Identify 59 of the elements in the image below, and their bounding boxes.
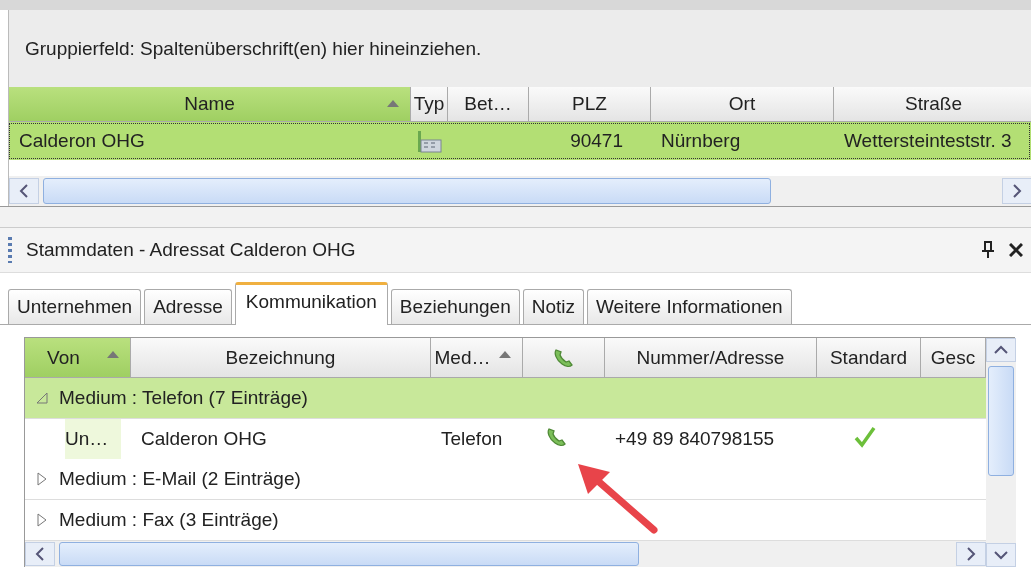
chevron-up-icon bbox=[994, 345, 1008, 355]
sort-arrow-icon bbox=[498, 350, 512, 359]
column-header[interactable]: Standard bbox=[817, 338, 921, 378]
table-cell: Nürnberg bbox=[661, 130, 741, 151]
tab[interactable]: Notiz bbox=[522, 289, 584, 324]
column-header[interactable]: Name bbox=[9, 87, 411, 122]
chevron-left-icon bbox=[35, 547, 45, 561]
column-header[interactable]: PLZ bbox=[529, 87, 651, 122]
table-cell: 90471 bbox=[570, 130, 623, 151]
column-header[interactable]: Typ bbox=[411, 87, 448, 122]
column-header[interactable]: Bet… bbox=[448, 87, 529, 122]
chevron-right-icon bbox=[1012, 184, 1022, 198]
chevron-right-icon bbox=[966, 547, 976, 561]
chevron-down-icon bbox=[994, 550, 1008, 560]
horizontal-scrollbar[interactable] bbox=[25, 541, 986, 567]
pin-icon[interactable] bbox=[981, 241, 995, 259]
column-header[interactable]: Bezeichnung bbox=[131, 338, 431, 378]
tab[interactable]: Weitere Informationen bbox=[587, 289, 792, 324]
table-cell: Telefon bbox=[441, 428, 503, 449]
column-header[interactable] bbox=[523, 338, 605, 378]
group-row[interactable]: Medium : Telefon (7 Einträge) bbox=[25, 378, 986, 419]
expand-triangle-icon[interactable] bbox=[35, 513, 49, 527]
scroll-right-button[interactable] bbox=[956, 542, 986, 566]
column-header[interactable]: Med… bbox=[431, 338, 523, 378]
panel-title: Stammdaten - Adressat Calderon OHG bbox=[26, 239, 357, 261]
building-icon bbox=[417, 130, 443, 153]
group-panel-hint: Gruppierfeld: Spaltenüberschrift(en) hier hineinziehen. bbox=[25, 37, 482, 60]
scroll-thumb[interactable] bbox=[59, 542, 639, 566]
column-header[interactable]: Nummer/Adresse bbox=[605, 338, 817, 378]
column-header[interactable]: Von bbox=[25, 338, 131, 378]
scroll-down-button[interactable] bbox=[986, 543, 1016, 567]
splitter-bar[interactable] bbox=[0, 206, 1031, 228]
table-cell: Wettersteinteststr. 3 bbox=[844, 130, 1012, 151]
column-header[interactable]: Gesc bbox=[921, 338, 986, 378]
scroll-thumb[interactable] bbox=[988, 366, 1014, 476]
tab[interactable]: Unternehmen bbox=[8, 289, 142, 324]
scroll-left-button[interactable] bbox=[25, 542, 55, 566]
column-header[interactable]: Ort bbox=[651, 87, 834, 122]
collapse-triangle-icon[interactable] bbox=[35, 391, 49, 405]
table-cell: Calderon OHG bbox=[19, 130, 145, 151]
vertical-scrollbar[interactable] bbox=[986, 338, 1016, 567]
scroll-left-button[interactable] bbox=[9, 178, 39, 204]
table-row[interactable]: Calderon OHG 90471 Nürnberg Wettersteinteststr. 3 bbox=[8, 122, 1031, 160]
scroll-right-button[interactable] bbox=[1002, 178, 1031, 204]
tab[interactable]: Beziehungen bbox=[390, 289, 520, 324]
table-cell: +49 89 840798155 bbox=[615, 428, 775, 449]
sort-arrow-icon bbox=[106, 350, 120, 359]
sort-arrow-icon bbox=[386, 99, 400, 108]
scroll-up-button[interactable] bbox=[986, 338, 1016, 362]
tab[interactable]: Kommunikation bbox=[234, 282, 388, 325]
scroll-thumb[interactable] bbox=[43, 178, 771, 204]
expand-triangle-icon[interactable] bbox=[35, 472, 49, 486]
table-cell: Un… bbox=[65, 419, 121, 459]
column-header[interactable]: Straße bbox=[834, 87, 1031, 122]
table-cell: Calderon OHG bbox=[141, 428, 267, 449]
chevron-left-icon bbox=[19, 184, 29, 198]
horizontal-scrollbar[interactable] bbox=[8, 176, 1031, 206]
tab[interactable]: Adresse bbox=[144, 289, 232, 324]
close-icon[interactable] bbox=[1009, 243, 1023, 257]
